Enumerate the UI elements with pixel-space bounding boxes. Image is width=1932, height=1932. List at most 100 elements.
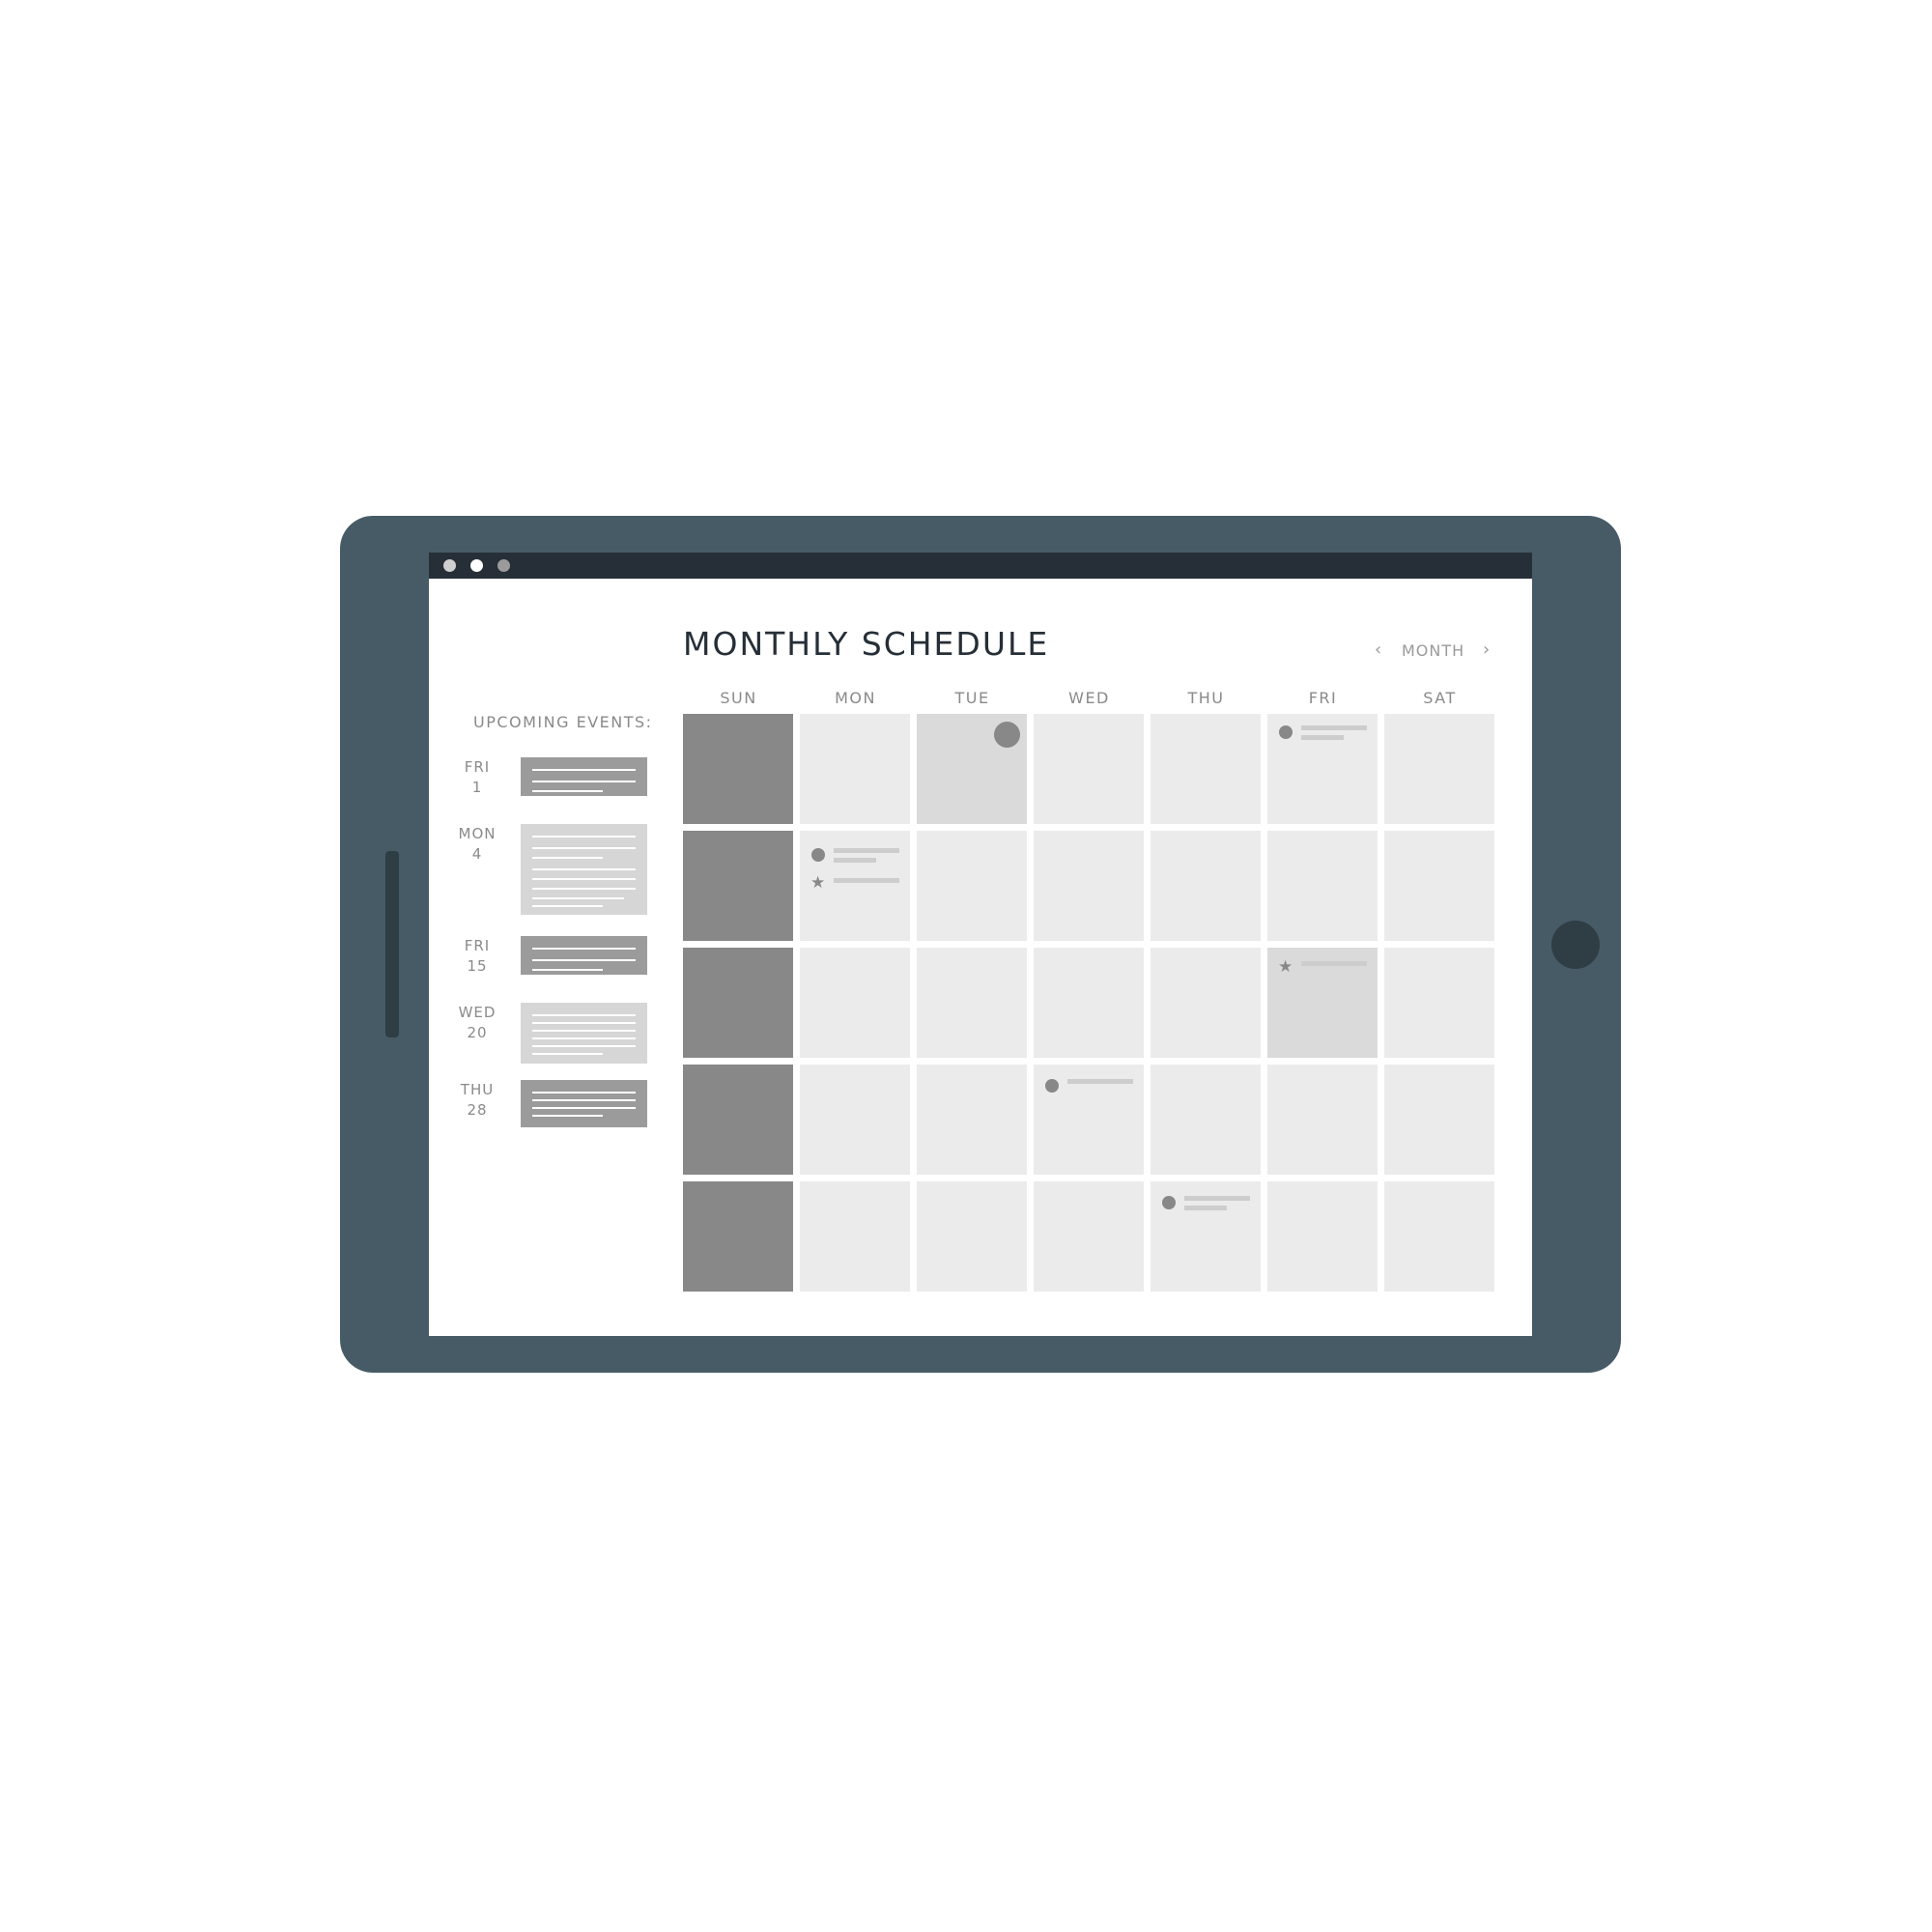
window-dot-maximize[interactable] <box>497 559 510 572</box>
calendar-cell[interactable] <box>1384 1181 1494 1292</box>
event-text-line <box>1067 1079 1133 1084</box>
calendar-cell[interactable] <box>1034 831 1144 941</box>
weekday-wed: WED <box>1068 689 1110 707</box>
event-text-line <box>532 1107 636 1109</box>
event-text-line <box>532 857 603 859</box>
chevron-right-icon[interactable]: › <box>1483 639 1491 660</box>
event-card[interactable] <box>521 824 647 915</box>
circle-icon <box>1279 725 1293 739</box>
event-day-label: WED <box>458 1004 497 1021</box>
event-text-line <box>1301 725 1367 730</box>
event-text-line <box>532 1022 636 1024</box>
event-text-line <box>532 1099 636 1101</box>
calendar-cell[interactable] <box>917 714 1027 824</box>
calendar-cell[interactable] <box>1151 1065 1261 1175</box>
event-date: FRI 15 <box>446 936 508 977</box>
event-text-line <box>532 847 636 849</box>
calendar-cell[interactable] <box>683 1065 793 1175</box>
calendar-cell[interactable] <box>800 948 910 1058</box>
calendar-cell[interactable] <box>1034 948 1144 1058</box>
calendar-cell[interactable] <box>1034 714 1144 824</box>
circle-icon <box>811 848 825 862</box>
upcoming-events-label: UPCOMING EVENTS: <box>473 713 653 731</box>
event-text-line <box>532 836 636 838</box>
window-titlebar <box>429 553 1532 579</box>
calendar-cell[interactable] <box>683 1181 793 1292</box>
calendar-cell[interactable] <box>800 714 910 824</box>
calendar-cell[interactable] <box>683 831 793 941</box>
calendar-cell[interactable] <box>1267 714 1378 824</box>
calendar-cell[interactable] <box>1267 1181 1378 1292</box>
event-text-line <box>532 905 603 907</box>
event-text-line <box>532 1115 603 1117</box>
chevron-left-icon[interactable]: ‹ <box>1375 639 1382 660</box>
month-nav-label[interactable]: MONTH <box>1402 641 1464 660</box>
calendar-cell[interactable] <box>683 714 793 824</box>
event-text-line <box>1301 961 1367 966</box>
event-text-line <box>532 1037 636 1039</box>
calendar-cell[interactable] <box>1151 831 1261 941</box>
calendar-cell[interactable] <box>800 1181 910 1292</box>
calendar-cell[interactable] <box>1267 831 1378 941</box>
calendar-cell[interactable] <box>1384 831 1494 941</box>
calendar-cell[interactable] <box>1267 1065 1378 1175</box>
event-text-line <box>532 868 636 870</box>
calendar-cell[interactable] <box>1034 1065 1144 1175</box>
calendar-cell[interactable] <box>1384 1065 1494 1175</box>
calendar-cell[interactable] <box>917 948 1027 1058</box>
calendar-cell[interactable] <box>1151 714 1261 824</box>
event-date-number: 15 <box>467 957 488 975</box>
event-text-line <box>532 948 636 950</box>
calendar-cell[interactable]: ★ <box>1267 948 1378 1058</box>
window-dot-minimize[interactable] <box>470 559 483 572</box>
weekday-tue: TUE <box>954 689 990 707</box>
calendar-cell[interactable] <box>1384 948 1494 1058</box>
tablet-home-button[interactable] <box>1551 921 1600 969</box>
event-text-line <box>532 1092 636 1094</box>
weekday-sat: SAT <box>1423 689 1457 707</box>
event-text-line <box>1301 735 1344 740</box>
calendar-cell[interactable] <box>1384 714 1494 824</box>
tablet-side-button[interactable] <box>385 851 399 1037</box>
event-date-number: 28 <box>467 1101 488 1119</box>
circle-icon <box>1045 1079 1059 1093</box>
event-card[interactable] <box>521 757 647 796</box>
event-date: MON 4 <box>446 824 508 865</box>
event-day-label: MON <box>458 825 497 842</box>
event-card[interactable] <box>521 1080 647 1127</box>
event-text-line <box>532 1045 636 1047</box>
weekday-thu: THU <box>1187 689 1225 707</box>
calendar-cell[interactable] <box>1034 1181 1144 1292</box>
event-card[interactable] <box>521 936 647 975</box>
event-day-label: FRI <box>464 937 491 954</box>
event-text-line <box>532 790 603 792</box>
calendar-cell[interactable]: ★ <box>800 831 910 941</box>
event-date: THU 28 <box>446 1080 508 1121</box>
event-day-label: FRI <box>464 758 491 776</box>
event-text-line <box>532 959 636 961</box>
event-text-line <box>532 769 636 771</box>
event-text-line <box>532 878 636 880</box>
page-title: MONTHLY SCHEDULE <box>683 625 1050 663</box>
event-text-line <box>532 1014 636 1016</box>
calendar-cell[interactable] <box>917 1065 1027 1175</box>
event-text-line <box>532 781 636 782</box>
event-text-line <box>532 1053 603 1055</box>
event-day-label: THU <box>460 1081 495 1098</box>
weekday-fri: FRI <box>1308 689 1338 707</box>
event-text-line <box>1184 1196 1250 1201</box>
star-icon: ★ <box>1278 957 1293 977</box>
calendar-cell[interactable] <box>683 948 793 1058</box>
event-text-line <box>1184 1206 1227 1210</box>
event-date-number: 20 <box>467 1024 488 1041</box>
event-card[interactable] <box>521 1003 647 1064</box>
calendar-cell[interactable] <box>800 1065 910 1175</box>
calendar-cell[interactable] <box>917 1181 1027 1292</box>
star-icon: ★ <box>810 873 826 893</box>
calendar-cell[interactable] <box>917 831 1027 941</box>
circle-icon <box>994 722 1020 748</box>
calendar-cell[interactable] <box>1151 1181 1261 1292</box>
calendar-cell[interactable] <box>1151 948 1261 1058</box>
event-text-line <box>834 858 876 863</box>
window-dot-close[interactable] <box>443 559 456 572</box>
